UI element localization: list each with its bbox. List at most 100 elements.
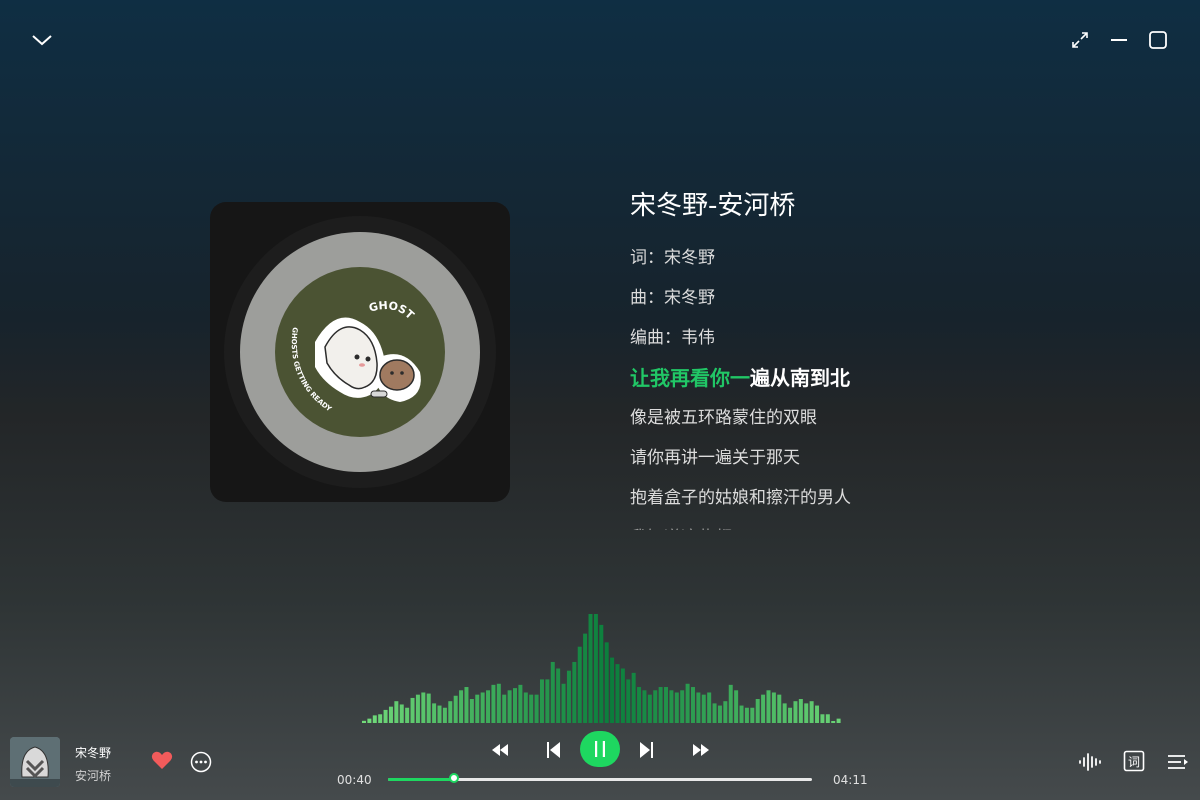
rewind-button[interactable] <box>488 739 512 761</box>
visualizer-bar <box>539 679 544 723</box>
visualizer-bar <box>572 661 577 723</box>
visualizer-bar <box>469 699 474 723</box>
visualizer-bar <box>771 692 776 723</box>
visualizer-bar <box>744 707 749 723</box>
thumbnail-ghost-image <box>10 737 60 787</box>
visualizer-bar <box>399 704 404 723</box>
visualizer-bar <box>653 690 658 723</box>
visualizer-bar <box>432 703 437 723</box>
visualizer-bar <box>426 693 431 723</box>
lyric-line-next-2[interactable]: 请你再讲一遍关于那天 <box>630 438 1050 478</box>
more-button[interactable] <box>189 750 213 774</box>
total-duration: 04:11 <box>833 773 868 787</box>
minimize-button[interactable] <box>1107 28 1131 52</box>
play-pause-button[interactable] <box>580 731 620 767</box>
playlist-icon <box>1168 755 1188 769</box>
lyric-line-next-3[interactable]: 抱着盒子的姑娘和擦汗的男人 <box>630 478 1050 518</box>
visualizer-bar <box>529 694 534 723</box>
lyrics-button[interactable]: 词 <box>1122 749 1146 773</box>
visualizer-bar <box>734 690 739 723</box>
lyric-line-next-1[interactable]: 像是被五环路蒙住的双眼 <box>630 398 1050 438</box>
visualizer-bar <box>593 614 598 723</box>
like-button[interactable] <box>150 749 174 771</box>
now-playing-thumbnail[interactable] <box>10 737 60 787</box>
lyric-line-composer[interactable]: 曲：宋冬野 <box>630 278 1050 318</box>
visualizer-bar <box>459 690 464 723</box>
next-icon <box>640 742 653 758</box>
expand-icon <box>1072 32 1088 48</box>
visualizer-bar <box>831 721 836 723</box>
visualizer-bar <box>669 690 674 723</box>
visualizer-bar <box>480 692 485 723</box>
song-heading: 宋冬野-安河桥 <box>630 191 796 221</box>
visualizer-bar <box>523 692 528 723</box>
visualizer-bar <box>788 707 793 723</box>
visualizer-bar <box>723 701 728 723</box>
next-button[interactable] <box>635 738 659 762</box>
previous-icon <box>547 742 560 758</box>
sound-effect-button[interactable] <box>1077 750 1103 774</box>
visualizer-bar <box>690 687 695 723</box>
lyric-line-next-4[interactable]: 我知道这些都 <box>630 518 1050 530</box>
visualizer-bar <box>513 688 517 723</box>
fullscreen-button[interactable] <box>1068 28 1092 52</box>
visualizer-bar <box>717 705 722 723</box>
visualizer-bar <box>728 684 733 723</box>
album-cover-image: GHOST GHOSTS GETTING READY FOR SLEEP! <box>275 267 445 437</box>
visualizer-bar <box>782 703 787 723</box>
visualizer-bar <box>410 697 415 723</box>
previous-button[interactable] <box>541 738 565 762</box>
visualizer-bar <box>545 679 550 723</box>
visualizer-bar <box>658 687 663 723</box>
visualizer-bar <box>815 705 820 723</box>
visualizer-bar <box>394 701 399 723</box>
lyric-current-rest: 遍从南到北 <box>750 366 850 390</box>
visualizer-bar <box>367 718 372 723</box>
progress-handle[interactable] <box>449 773 460 783</box>
visualizer-bar <box>453 695 458 723</box>
lyric-line-current[interactable]: 让我再看你一遍从南到北 <box>630 358 1050 398</box>
visualizer-bar <box>620 668 625 723</box>
disc-ring: GHOST GHOSTS GETTING READY FOR SLEEP! <box>240 232 480 472</box>
visualizer-bar <box>642 690 647 723</box>
visualizer-bar <box>388 706 393 723</box>
visualizer-bar <box>701 694 706 723</box>
visualizer-bar <box>415 694 420 723</box>
progress-fill <box>388 778 456 781</box>
visualizer-bar <box>599 624 604 723</box>
visualizer-bar <box>448 701 453 723</box>
visualizer-bar <box>739 705 744 723</box>
visualizer-bar <box>496 683 501 723</box>
playlist-button[interactable] <box>1166 750 1190 774</box>
pause-icon <box>595 741 605 757</box>
visualizer-bar <box>437 705 442 723</box>
visualizer-bar <box>647 694 652 723</box>
minimize-icon <box>1111 39 1127 41</box>
visualizer-bar <box>583 633 588 723</box>
visualizer-bar <box>372 715 377 723</box>
visualizer-bar <box>502 694 507 723</box>
visualizer-bar <box>588 614 593 723</box>
maximize-button[interactable] <box>1146 28 1170 52</box>
now-playing-artist[interactable]: 安河桥 <box>75 767 111 784</box>
now-playing-title[interactable]: 宋冬野 <box>75 744 111 761</box>
visualizer-bar <box>518 684 523 723</box>
lyrics-panel[interactable]: 词：宋冬野 曲：宋冬野 编曲：韦伟 让我再看你一遍从南到北 像是被五环路蒙住的双… <box>630 238 1050 530</box>
visualizer-bar <box>486 690 491 723</box>
fast-forward-button[interactable] <box>689 739 713 761</box>
visualizer-bar <box>610 657 615 723</box>
visualizer-bar <box>685 683 690 723</box>
visualizer-bar <box>712 703 717 723</box>
visualizer-bar <box>664 687 669 723</box>
lyric-line-arranger[interactable]: 编曲：韦伟 <box>630 318 1050 358</box>
collapse-button[interactable] <box>28 28 56 52</box>
visualizer-bar <box>362 720 366 723</box>
visualizer-bar <box>550 661 555 723</box>
progress-bar[interactable] <box>388 773 812 783</box>
visualizer-bar <box>825 714 830 723</box>
visualizer-bar <box>793 701 798 723</box>
visualizer-bar <box>766 690 771 723</box>
sound-effect-icon <box>1079 753 1101 771</box>
lyric-line-lyricist[interactable]: 词：宋冬野 <box>630 238 1050 278</box>
visualizer-bar <box>421 692 426 723</box>
